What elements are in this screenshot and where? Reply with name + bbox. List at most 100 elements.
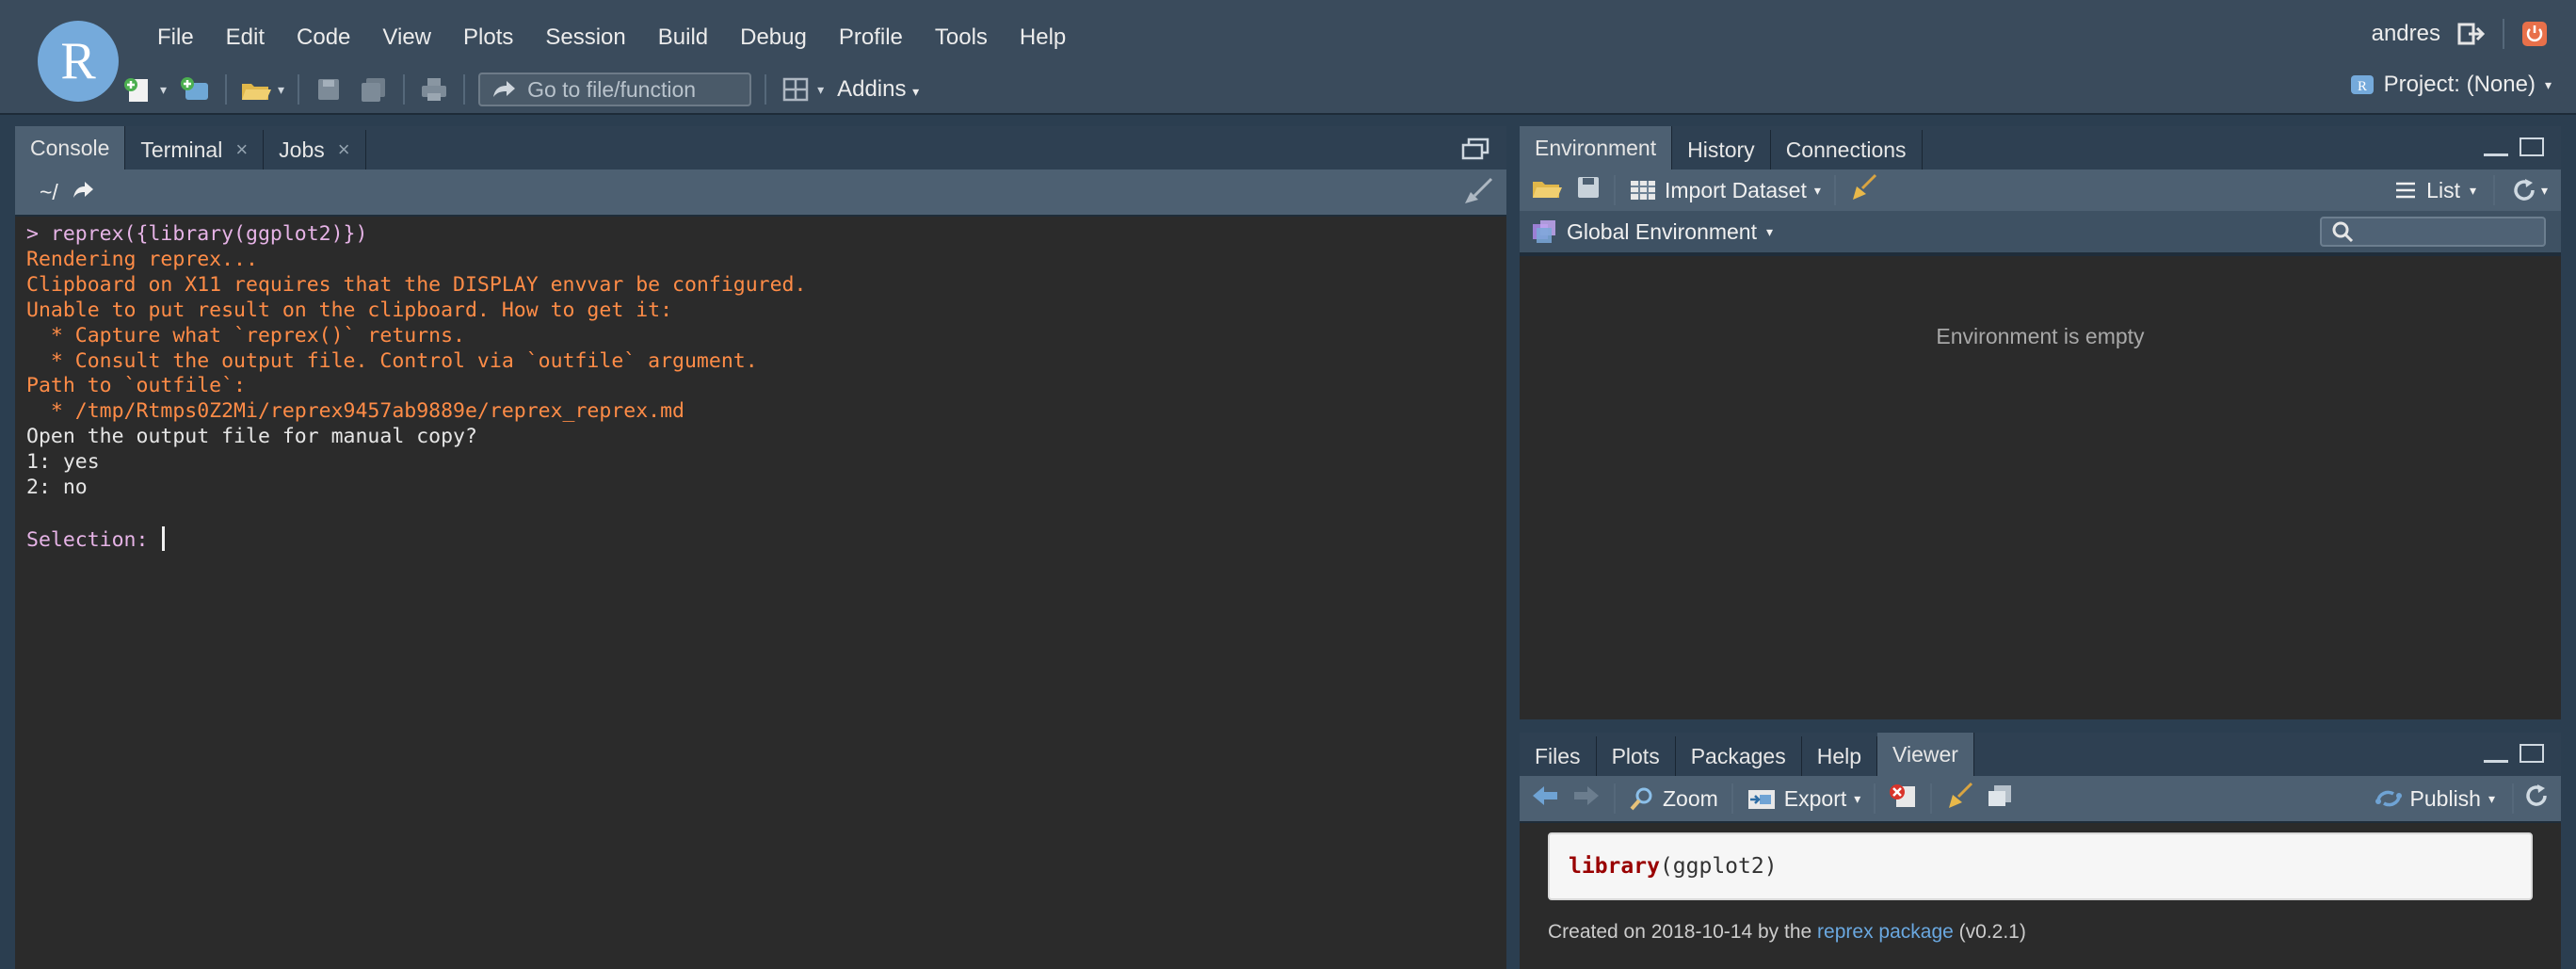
remove-viewer-icon[interactable] xyxy=(1889,783,1917,815)
power-icon[interactable] xyxy=(2521,21,2548,47)
toolbar-separator xyxy=(463,74,466,105)
reprex-package-link[interactable]: reprex package xyxy=(1817,921,1954,943)
refresh-environment-icon[interactable]: ▾ xyxy=(2511,177,2548,203)
new-project-icon[interactable] xyxy=(180,75,212,104)
show-in-window-icon[interactable] xyxy=(1987,783,2015,814)
menu-help[interactable]: Help xyxy=(1004,24,1082,51)
toolbar-separator xyxy=(403,74,406,105)
menu-edit[interactable]: Edit xyxy=(210,24,281,51)
save-all-icon[interactable] xyxy=(358,75,390,104)
menu-code[interactable]: Code xyxy=(281,24,366,51)
viewer-toolbar: Zoom Export ▾ Publish ▾ xyxy=(1520,776,2561,821)
tab-connections[interactable]: Connections xyxy=(1771,130,1923,170)
close-icon[interactable]: × xyxy=(235,137,248,162)
environment-empty-text: Environment is empty xyxy=(1936,324,2145,348)
console-line: 1: yes xyxy=(26,450,100,475)
refresh-viewer-icon[interactable] xyxy=(2523,783,2550,815)
menu-file[interactable]: File xyxy=(141,24,210,51)
environment-tabbar: Environment History Connections xyxy=(1520,126,2561,170)
maximize-pane-icon[interactable] xyxy=(2520,137,2544,156)
toolbar-separator xyxy=(2493,175,2495,205)
project-dropdown-icon: ▾ xyxy=(2544,76,2552,92)
save-icon[interactable] xyxy=(313,75,345,104)
project-label: Project: (None) xyxy=(2383,72,2536,97)
tab-files[interactable]: Files xyxy=(1520,736,1597,776)
close-icon[interactable]: × xyxy=(338,137,350,162)
import-dataset-menu[interactable]: Import Dataset ▾ xyxy=(1629,178,1821,203)
selection-prompt: Selection: xyxy=(26,527,161,552)
tab-help[interactable]: Help xyxy=(1802,736,1878,776)
menu-build[interactable]: Build xyxy=(642,24,724,51)
clear-workspace-icon[interactable] xyxy=(1849,173,1877,207)
menu-view[interactable]: View xyxy=(366,24,447,51)
menu-tools[interactable]: Tools xyxy=(919,24,1004,51)
tab-terminal[interactable]: Terminal × xyxy=(125,130,265,170)
back-arrow-icon[interactable] xyxy=(1531,784,1559,813)
go-to-dir-icon[interactable] xyxy=(72,180,94,205)
console-line: Rendering reprex... xyxy=(26,247,258,271)
tab-viewer[interactable]: Viewer xyxy=(1877,733,1974,776)
created-note: Created on 2018-10-14 by the reprex pack… xyxy=(1548,921,2026,944)
maximize-pane-icon[interactable] xyxy=(2520,744,2544,763)
open-file-icon[interactable] xyxy=(240,75,272,104)
toolbar-separator xyxy=(225,74,228,105)
tab-jobs[interactable]: Jobs × xyxy=(264,130,366,170)
console-output[interactable]: > reprex({library(ggplot2)}) Rendering r… xyxy=(15,217,1506,969)
export-menu[interactable]: Export ▾ xyxy=(1747,786,1860,812)
new-file-icon[interactable] xyxy=(122,75,154,104)
header-separator xyxy=(2503,19,2504,49)
environment-scope-bar: Global Environment ▾ xyxy=(1520,211,2561,252)
main-toolbar: ▾ ▾ Go to file/function ▾ Addins ▾ xyxy=(122,70,919,109)
toolbar-separator xyxy=(1614,175,1616,205)
r-project-icon: R xyxy=(2350,75,2374,94)
console-line: Open the output file for manual copy? xyxy=(26,425,477,449)
minimize-pane-icon[interactable] xyxy=(2484,755,2508,763)
publish-menu[interactable]: Publish ▾ xyxy=(2375,786,2495,812)
environment-search-input[interactable] xyxy=(2320,217,2546,247)
tab-console[interactable]: Console xyxy=(15,126,126,170)
code-chunk: library (ggplot2) xyxy=(1548,832,2533,900)
sign-out-icon[interactable] xyxy=(2457,22,2486,46)
environment-toolbar: Import Dataset ▾ List ▾ ▾ xyxy=(1520,170,2561,211)
tab-history[interactable]: History xyxy=(1672,130,1771,170)
toolbar-separator xyxy=(1731,783,1733,814)
menu-plots[interactable]: Plots xyxy=(447,24,529,51)
console-line: 2: no xyxy=(26,476,88,500)
toolbar-separator xyxy=(298,74,300,105)
open-file-dropdown-icon[interactable]: ▾ xyxy=(278,82,284,98)
save-workspace-icon[interactable] xyxy=(1576,175,1601,205)
clear-viewer-icon[interactable] xyxy=(1945,782,1973,816)
created-prefix: Created on 2018-10-14 by the xyxy=(1548,921,1818,943)
workspace-panes-dropdown-icon[interactable]: ▾ xyxy=(817,82,824,98)
print-icon[interactable] xyxy=(418,75,450,104)
menu-profile[interactable]: Profile xyxy=(823,24,919,51)
menu-debug[interactable]: Debug xyxy=(724,24,823,51)
environment-body: Environment is empty xyxy=(1520,256,2561,719)
restore-pane-icon[interactable] xyxy=(1461,137,1489,165)
tab-environment[interactable]: Environment xyxy=(1520,126,1673,170)
menu-session[interactable]: Session xyxy=(529,24,641,51)
global-environment-menu[interactable]: Global Environment ▾ xyxy=(1531,218,1773,245)
addins-menu[interactable]: Addins ▾ xyxy=(837,76,919,103)
zoom-button[interactable]: Zoom xyxy=(1629,785,1718,812)
project-menu[interactable]: R Project: (None) ▾ xyxy=(2350,72,2552,98)
viewer-pane: Files Plots Packages Help Viewer Zoom Ex… xyxy=(1520,733,2561,969)
load-workspace-icon[interactable] xyxy=(1531,174,1563,206)
environment-icon xyxy=(1533,220,1555,243)
working-dir-label: ~/ xyxy=(40,179,58,204)
list-label: List xyxy=(2426,177,2460,202)
forward-arrow-icon[interactable] xyxy=(1572,784,1601,813)
export-icon xyxy=(1747,790,1775,809)
console-pane: Console Terminal × Jobs × ~/ > reprex({lib… xyxy=(15,126,1506,969)
minimize-pane-icon[interactable] xyxy=(2484,149,2508,156)
tab-plots[interactable]: Plots xyxy=(1597,736,1676,776)
go-to-file-input[interactable]: Go to file/function xyxy=(478,73,752,106)
clear-console-icon[interactable] xyxy=(1461,177,1493,211)
tab-packages[interactable]: Packages xyxy=(1676,736,1802,776)
workspace-panes-icon[interactable] xyxy=(780,75,812,104)
toolbar-separator xyxy=(1833,175,1836,205)
environment-pane: Environment History Connections Import D… xyxy=(1520,126,2561,719)
table-icon xyxy=(1631,181,1655,200)
new-file-dropdown-icon[interactable]: ▾ xyxy=(160,82,167,98)
list-view-menu[interactable]: List ▾ xyxy=(2394,178,2476,203)
